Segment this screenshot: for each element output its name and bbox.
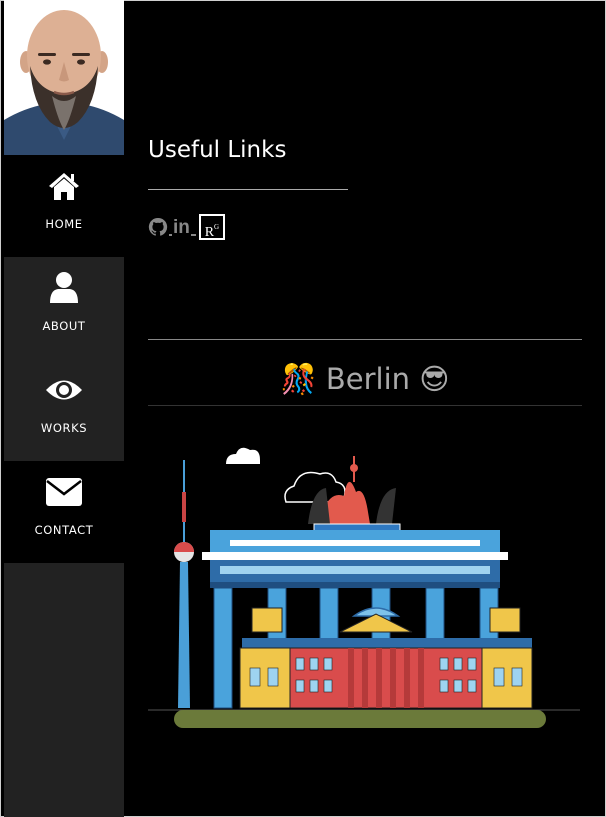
divider [148, 339, 582, 340]
linkedin-label: in [173, 217, 190, 238]
nav-contact-label: CONTACT [34, 523, 94, 537]
city-name: Berlin [325, 362, 411, 396]
berlin-illustration [144, 432, 584, 737]
divider [148, 405, 582, 406]
sunglasses-icon: 😎 [419, 362, 450, 396]
nav-contact[interactable]: CONTACT [4, 461, 124, 563]
researchgate-icon[interactable]: RG [198, 214, 225, 240]
github-icon[interactable] [148, 217, 168, 237]
city-title: 🎊 Berlin 😎 [148, 362, 582, 397]
nav-works-label: WORKS [40, 421, 88, 435]
nav-home-label: HOME [45, 217, 83, 231]
envelope-icon [45, 475, 83, 509]
eye-icon [45, 373, 83, 407]
main-content: Useful Links in RG 🎊 Berlin 😎 [124, 0, 606, 817]
useful-links-title: Useful Links [148, 137, 287, 163]
user-icon [50, 271, 78, 305]
nav-home[interactable]: HOME [4, 155, 124, 257]
nav-about[interactable]: ABOUT [4, 257, 124, 359]
researchgate-g: G [214, 223, 220, 231]
nav-works[interactable]: WORKS [4, 359, 124, 461]
divider [148, 189, 348, 190]
researchgate-r: R [204, 225, 215, 240]
useful-links-icons: in RG [148, 212, 225, 242]
linkedin-icon[interactable]: in [169, 215, 196, 239]
confetti-icon: 🎊 [280, 362, 317, 396]
avatar [4, 0, 124, 155]
home-icon [48, 169, 80, 203]
nav-about-label: ABOUT [42, 319, 86, 333]
